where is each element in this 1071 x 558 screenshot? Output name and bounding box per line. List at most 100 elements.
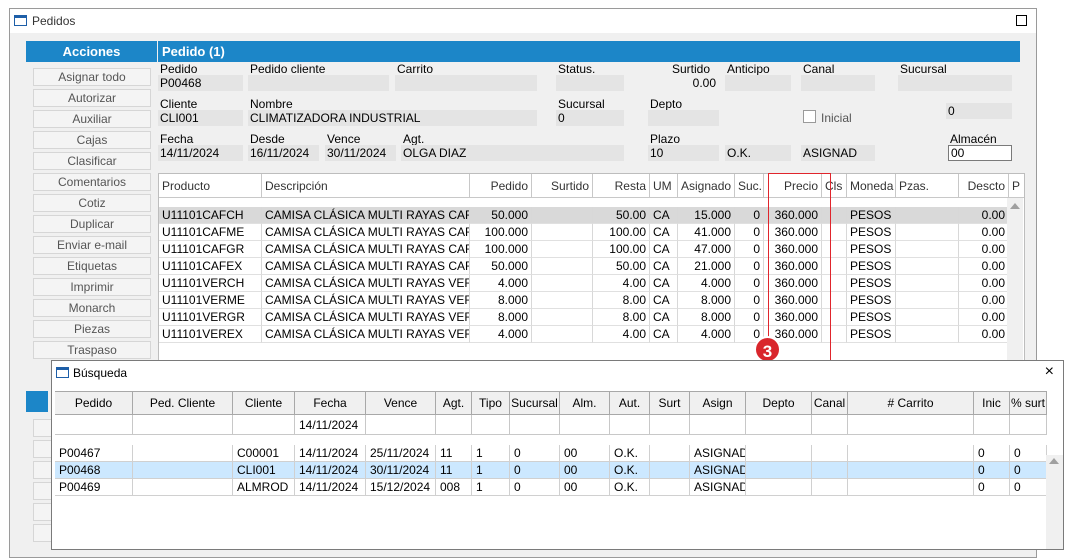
busqueda-cell[interactable]: P00467 (55, 445, 133, 462)
vence-field[interactable]: 30/11/2024 (325, 145, 396, 161)
busqueda-cell[interactable]: 11 (436, 462, 472, 479)
items-grid[interactable]: Producto Descripción Pedido Surtido Resta UM A… (158, 173, 1025, 361)
busqueda-filter-cell[interactable] (510, 415, 560, 435)
canal-field[interactable] (801, 75, 875, 91)
enviar-e-mail-button[interactable]: Enviar e-mail (33, 236, 151, 254)
busqueda-filter-cell[interactable] (848, 415, 974, 435)
busqueda-cell[interactable] (133, 445, 233, 462)
busqueda-cell[interactable]: 14/11/2024 (295, 445, 366, 462)
busqueda-cell[interactable] (650, 479, 690, 496)
busqueda-cell[interactable] (746, 462, 812, 479)
busqueda-cell[interactable]: 15/12/2024 (366, 479, 436, 496)
items-col-header[interactable]: Surtido (532, 174, 593, 198)
pedido-field[interactable]: P00468 (158, 75, 243, 91)
pedido-cliente-field[interactable] (248, 75, 389, 91)
busqueda-col-header[interactable]: Pedido (55, 391, 133, 415)
busqueda-col-header[interactable]: Alm. (560, 391, 610, 415)
busqueda-col-header[interactable]: % surt (1010, 391, 1047, 415)
busqueda-cell[interactable]: O.K. (610, 479, 650, 496)
piezas-button[interactable]: Piezas (33, 320, 151, 338)
busqueda-cell[interactable]: 00 (560, 462, 610, 479)
busqueda-col-header[interactable]: # Carrito (848, 391, 974, 415)
busqueda-cell[interactable]: 1 (472, 479, 510, 496)
items-col-header[interactable]: UM (650, 174, 678, 198)
busqueda-col-header[interactable]: Agt. (436, 391, 472, 415)
busqueda-col-header[interactable]: Depto (746, 391, 812, 415)
duplicar-button[interactable]: Duplicar (33, 215, 151, 233)
busqueda-filter-cell[interactable] (55, 415, 133, 435)
left-stub-button[interactable] (33, 524, 53, 542)
depto-field[interactable] (648, 110, 719, 126)
busqueda-cell[interactable]: ASIGNAD (690, 462, 746, 479)
busqueda-cell[interactable] (746, 479, 812, 496)
busqueda-col-header[interactable]: Surt (650, 391, 690, 415)
items-col-header[interactable]: Pedido (470, 174, 532, 198)
busqueda-cell[interactable] (133, 462, 233, 479)
items-col-header[interactable]: Moneda (847, 174, 896, 198)
clasificar-button[interactable]: Clasificar (33, 152, 151, 170)
imprimir-button[interactable]: Imprimir (33, 278, 151, 296)
busqueda-cell[interactable]: 0 (510, 479, 560, 496)
busqueda-cell[interactable]: P00468 (55, 462, 133, 479)
cotiz-button[interactable]: Cotiz (33, 194, 151, 212)
comentarios-button[interactable]: Comentarios (33, 173, 151, 191)
right-zero-field[interactable]: 0 (946, 103, 1012, 119)
items-col-header[interactable]: P (1009, 174, 1024, 198)
carrito-field[interactable] (395, 75, 537, 91)
busqueda-cell[interactable]: C00001 (233, 445, 295, 462)
fecha-field[interactable]: 14/11/2024 (158, 145, 243, 161)
busqueda-filter-cell[interactable] (974, 415, 1010, 435)
busqueda-cell[interactable] (650, 445, 690, 462)
desde-field[interactable]: 16/11/2024 (248, 145, 319, 161)
sucursal-top-field[interactable] (898, 75, 1012, 91)
auxiliar-button[interactable]: Auxiliar (33, 110, 151, 128)
busqueda-col-header[interactable]: Ped. Cliente (133, 391, 233, 415)
items-col-header[interactable]: Descripción (262, 174, 470, 198)
busqueda-filter-cell[interactable] (133, 415, 233, 435)
busqueda-col-header[interactable]: Fecha (295, 391, 366, 415)
agt-field[interactable]: OLGA DIAZ (401, 145, 624, 161)
busqueda-cell[interactable] (650, 462, 690, 479)
left-stub-button[interactable] (33, 461, 53, 479)
close-icon[interactable]: × (1045, 363, 1054, 381)
busqueda-filter-cell[interactable] (366, 415, 436, 435)
busqueda-cell[interactable]: 1 (472, 462, 510, 479)
sucursal-field[interactable]: 0 (556, 110, 624, 126)
left-stub-button[interactable] (33, 419, 53, 437)
busqueda-filter-cell[interactable] (436, 415, 472, 435)
busqueda-col-header[interactable]: Inic (974, 391, 1010, 415)
busqueda-cell[interactable] (133, 479, 233, 496)
monarch-button[interactable]: Monarch (33, 299, 151, 317)
maximize-icon[interactable] (1016, 15, 1027, 26)
busqueda-filter-cell[interactable] (560, 415, 610, 435)
busqueda-cell[interactable]: 0 (974, 445, 1010, 462)
busqueda-filter-cell[interactable] (650, 415, 690, 435)
busqueda-scrollbar[interactable] (1046, 455, 1063, 549)
busqueda-cell[interactable]: ALMROD (233, 479, 295, 496)
scroll-up-icon[interactable] (1010, 203, 1020, 209)
busqueda-cell[interactable]: 11 (436, 445, 472, 462)
cajas-button[interactable]: Cajas (33, 131, 151, 149)
items-col-header[interactable]: Descto (959, 174, 1009, 198)
status-field[interactable] (556, 75, 624, 91)
busqueda-cell[interactable] (848, 462, 974, 479)
busqueda-filter-cell[interactable] (812, 415, 848, 435)
busqueda-col-header[interactable]: Vence (366, 391, 436, 415)
busqueda-cell[interactable]: CLI001 (233, 462, 295, 479)
cliente-field[interactable]: CLI001 (158, 110, 243, 126)
busqueda-cell[interactable] (746, 445, 812, 462)
nombre-field[interactable]: CLIMATIZADORA INDUSTRIAL (248, 110, 537, 126)
busqueda-cell[interactable]: 14/11/2024 (295, 479, 366, 496)
busqueda-cell[interactable]: 008 (436, 479, 472, 496)
busqueda-col-header[interactable]: Asign (690, 391, 746, 415)
busqueda-cell[interactable]: 00 (560, 479, 610, 496)
autorizar-button[interactable]: Autorizar (33, 89, 151, 107)
busqueda-cell[interactable] (812, 462, 848, 479)
asignar-todo-button[interactable]: Asignar todo (33, 68, 151, 86)
items-col-header[interactable]: Asignado (678, 174, 735, 198)
busqueda-cell[interactable]: O.K. (610, 445, 650, 462)
items-col-header[interactable]: Producto (159, 174, 262, 198)
busqueda-filter-cell[interactable] (1010, 415, 1047, 435)
items-grid-scrollbar[interactable] (1007, 198, 1023, 360)
busqueda-cell[interactable]: 0 (1010, 479, 1047, 496)
